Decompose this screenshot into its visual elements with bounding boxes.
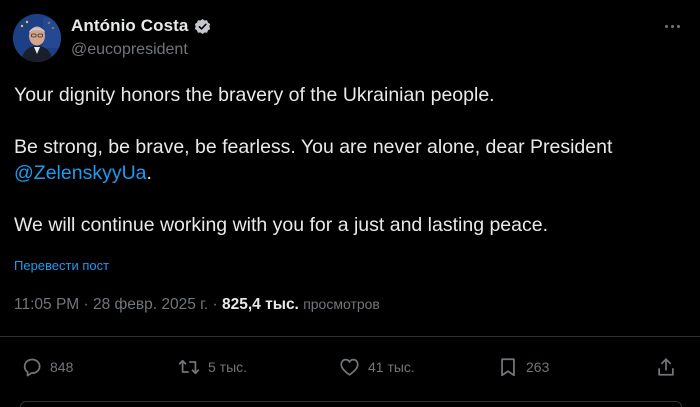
meta-separator: · bbox=[208, 296, 223, 313]
bookmark-count: 263 bbox=[526, 359, 550, 375]
tweet-meta: 11:05 PM · 28 февр. 2025 г. · 825,4 тыс.… bbox=[14, 296, 380, 314]
reply-button[interactable]: 848 bbox=[21, 352, 73, 382]
bookmark-button[interactable]: 263 bbox=[497, 352, 549, 382]
repost-button[interactable]: 5 тыс. bbox=[177, 352, 247, 382]
tweet-date[interactable]: 28 февр. 2025 г. bbox=[93, 296, 208, 313]
share-icon bbox=[655, 356, 677, 378]
action-bar: 848 5 тыс. 41 тыс. 263 bbox=[0, 352, 700, 382]
author-display-name[interactable]: António Costa bbox=[71, 16, 188, 36]
tweet-paragraph-text: Be strong, be brave, be fearless. You ar… bbox=[14, 136, 613, 158]
verified-badge-icon[interactable] bbox=[193, 17, 212, 36]
meta-separator: · bbox=[79, 296, 93, 313]
views-label: просмотров bbox=[303, 296, 380, 312]
author-avatar[interactable] bbox=[13, 14, 61, 62]
like-button[interactable]: 41 тыс. bbox=[338, 352, 415, 382]
repost-count: 5 тыс. bbox=[208, 359, 248, 375]
author-name-row: António Costa bbox=[71, 15, 212, 37]
tweet-text: Your dignity honors the bravery of the U… bbox=[14, 82, 684, 238]
reply-count: 848 bbox=[50, 359, 74, 375]
like-count: 41 тыс. bbox=[368, 359, 415, 375]
tweet: António Costa @eucopresident Your dignit… bbox=[0, 0, 700, 407]
tweet-time[interactable]: 11:05 PM bbox=[14, 296, 79, 313]
more-dot bbox=[670, 24, 674, 28]
avatar-image bbox=[13, 14, 61, 62]
repost-icon bbox=[177, 356, 201, 378]
bookmark-icon bbox=[497, 356, 519, 378]
translate-post-link[interactable]: Перевести пост bbox=[14, 258, 109, 273]
views-count: 825,4 тыс. bbox=[222, 296, 299, 313]
heart-icon bbox=[338, 356, 361, 378]
more-options-button[interactable] bbox=[660, 16, 684, 36]
share-button[interactable] bbox=[655, 352, 677, 382]
tweet-paragraph: Your dignity honors the bravery of the U… bbox=[14, 84, 495, 106]
tweet-paragraph: Be strong, be brave, be fearless. You ar… bbox=[14, 134, 684, 186]
divider bbox=[0, 336, 700, 337]
reply-icon bbox=[21, 356, 43, 378]
author-handle[interactable]: @eucopresident bbox=[71, 41, 188, 59]
tweet-paragraph-end: . bbox=[146, 162, 152, 184]
more-dots-icon bbox=[664, 24, 668, 28]
more-dot bbox=[676, 24, 680, 28]
tweet-paragraph: We will continue working with you for a … bbox=[14, 214, 549, 236]
reply-composer-edge bbox=[20, 401, 682, 407]
mention-link[interactable]: @ZelenskyyUa bbox=[14, 162, 147, 184]
